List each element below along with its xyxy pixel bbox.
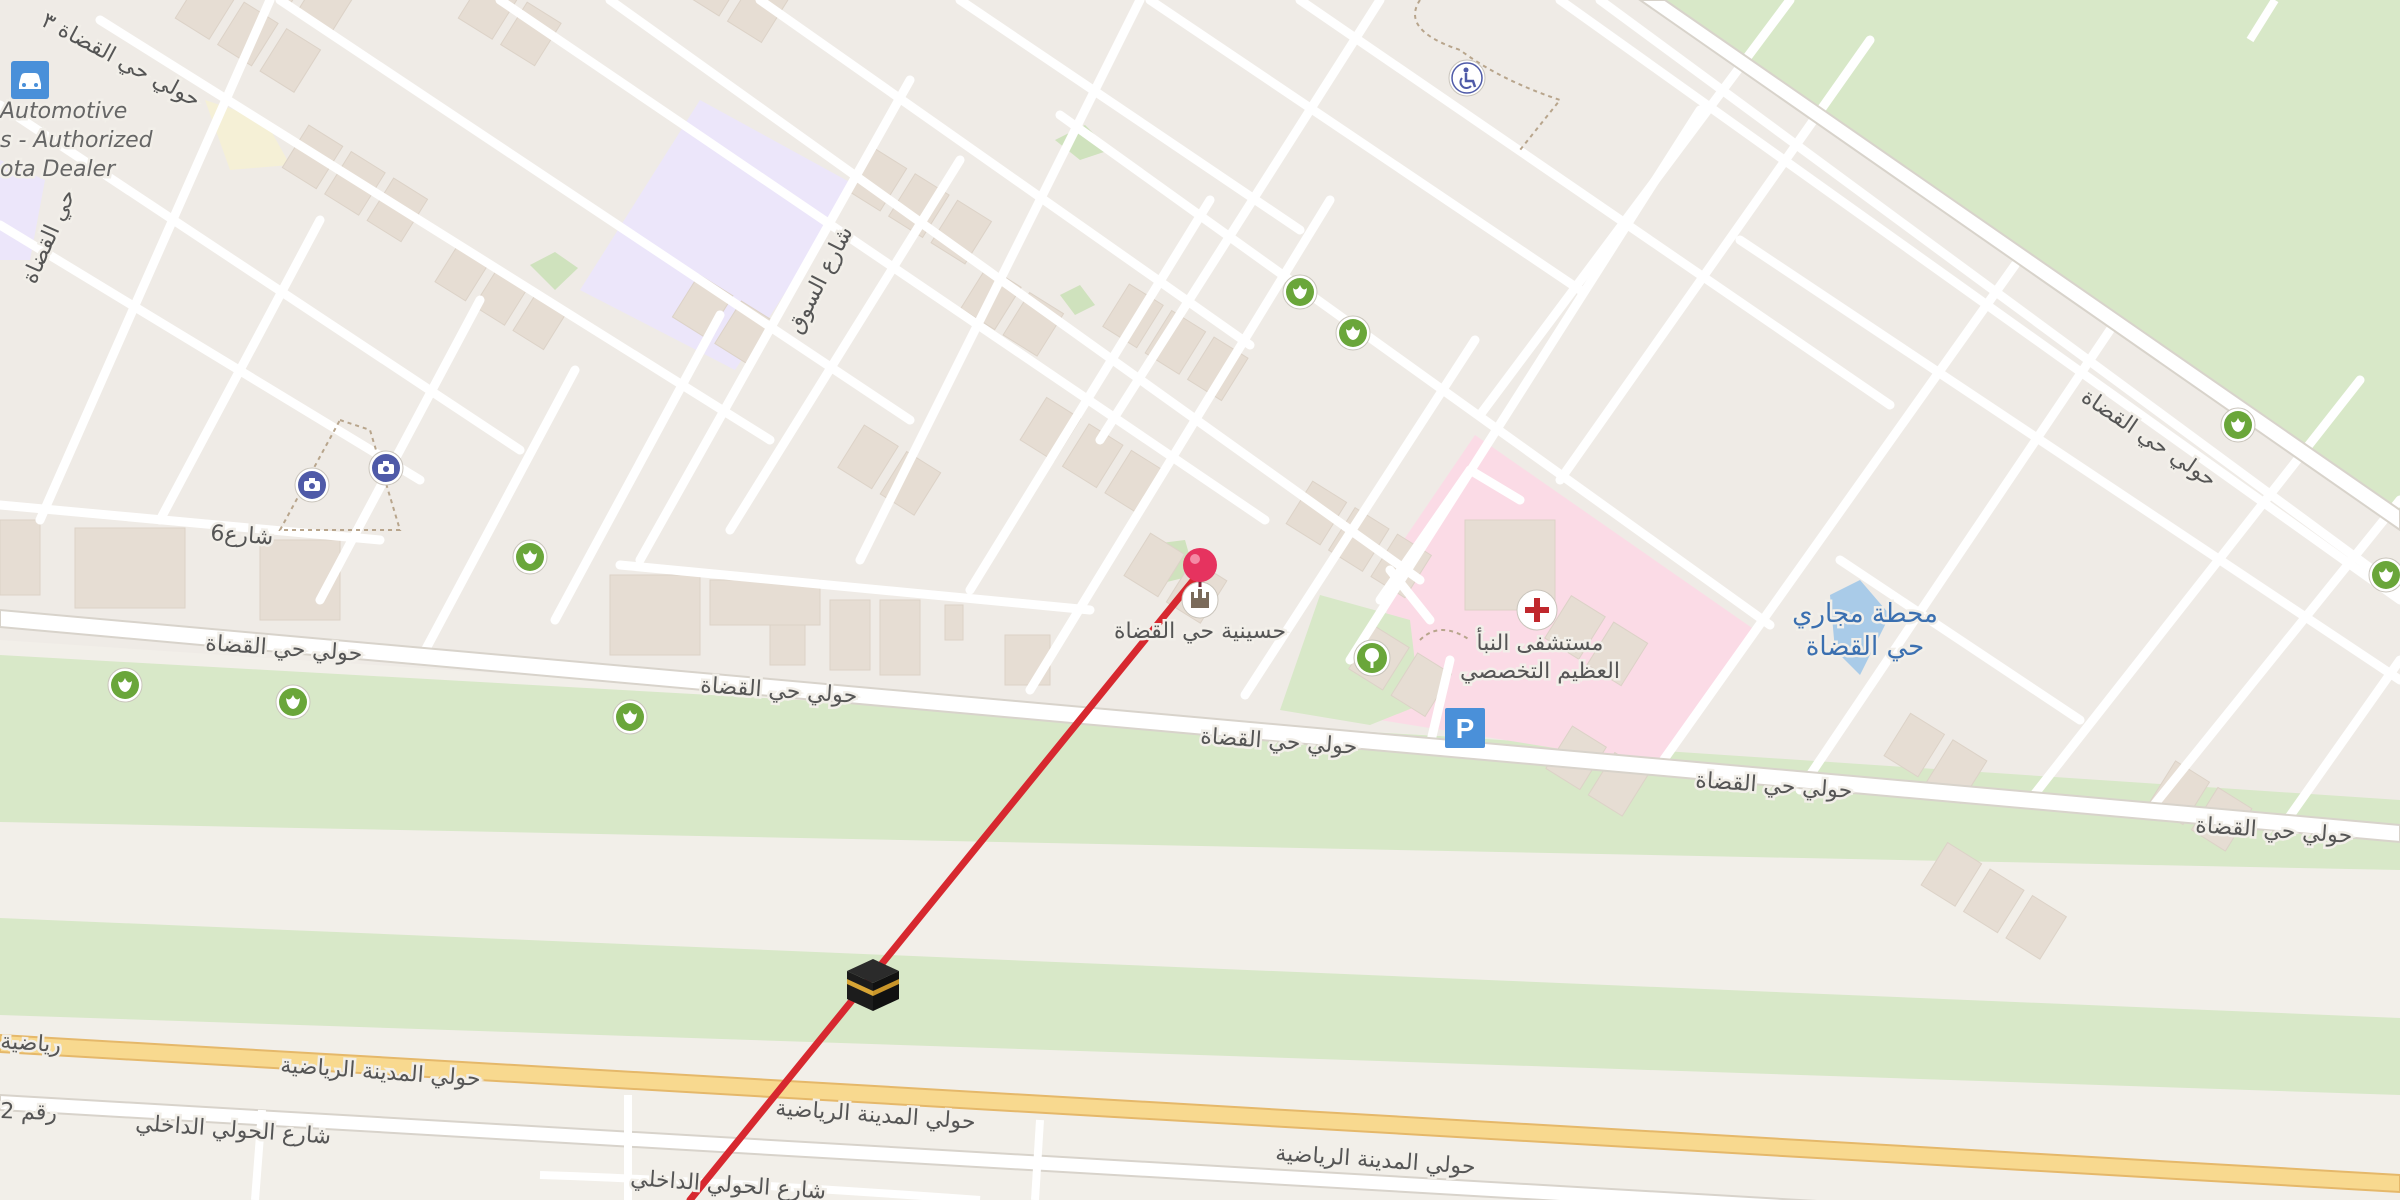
label-road-raqam2: رقم 2 bbox=[0, 1099, 57, 1126]
wheelchair-icon[interactable] bbox=[1448, 59, 1486, 97]
hospital-cross-icon[interactable] bbox=[1516, 589, 1558, 631]
garden-icon[interactable] bbox=[107, 667, 143, 703]
label-dealer-line2: s - Authorized bbox=[0, 128, 154, 153]
map-view[interactable]: حولي حي القضاة ٣ حي القضاة شارع السوق شا… bbox=[0, 0, 2400, 1200]
garden-icon[interactable] bbox=[2220, 407, 2256, 443]
label-hospital-line1: مستشفى النبأ bbox=[1477, 627, 1604, 656]
garden-icon[interactable] bbox=[1335, 315, 1371, 351]
garden-icon[interactable] bbox=[1282, 274, 1318, 310]
garden-icon[interactable] bbox=[2368, 557, 2400, 593]
label-station-line1: محطة مجاري bbox=[1792, 599, 1938, 629]
garden-icon[interactable] bbox=[275, 684, 311, 720]
label-road-six: شارع6 bbox=[210, 521, 274, 550]
label-mosque: حسينية حي القضاة bbox=[1114, 619, 1286, 644]
parking-glyph: P bbox=[1456, 713, 1475, 744]
label-dealer-line3: ota Dealer bbox=[0, 157, 117, 182]
camera-icon[interactable] bbox=[294, 467, 330, 503]
camera-icon[interactable] bbox=[368, 450, 404, 486]
label-hospital-line2: العظيم التخصصي bbox=[1460, 659, 1620, 684]
map-canvas[interactable]: حولي حي القضاة ٣ حي القضاة شارع السوق شا… bbox=[0, 0, 2400, 1200]
garden-icon[interactable] bbox=[512, 539, 548, 575]
mosque-icon[interactable] bbox=[1181, 581, 1219, 619]
parking-icon[interactable]: P bbox=[1445, 708, 1485, 748]
car-dealer-icon[interactable] bbox=[11, 61, 49, 99]
label-dealer-line1: Automotive bbox=[0, 99, 127, 124]
garden-icon[interactable] bbox=[612, 699, 648, 735]
label-station-line2: حي القضاة bbox=[1806, 632, 1924, 662]
park-tree-icon[interactable] bbox=[1353, 639, 1391, 677]
label-road-madina-left: رياضية bbox=[0, 1029, 62, 1058]
